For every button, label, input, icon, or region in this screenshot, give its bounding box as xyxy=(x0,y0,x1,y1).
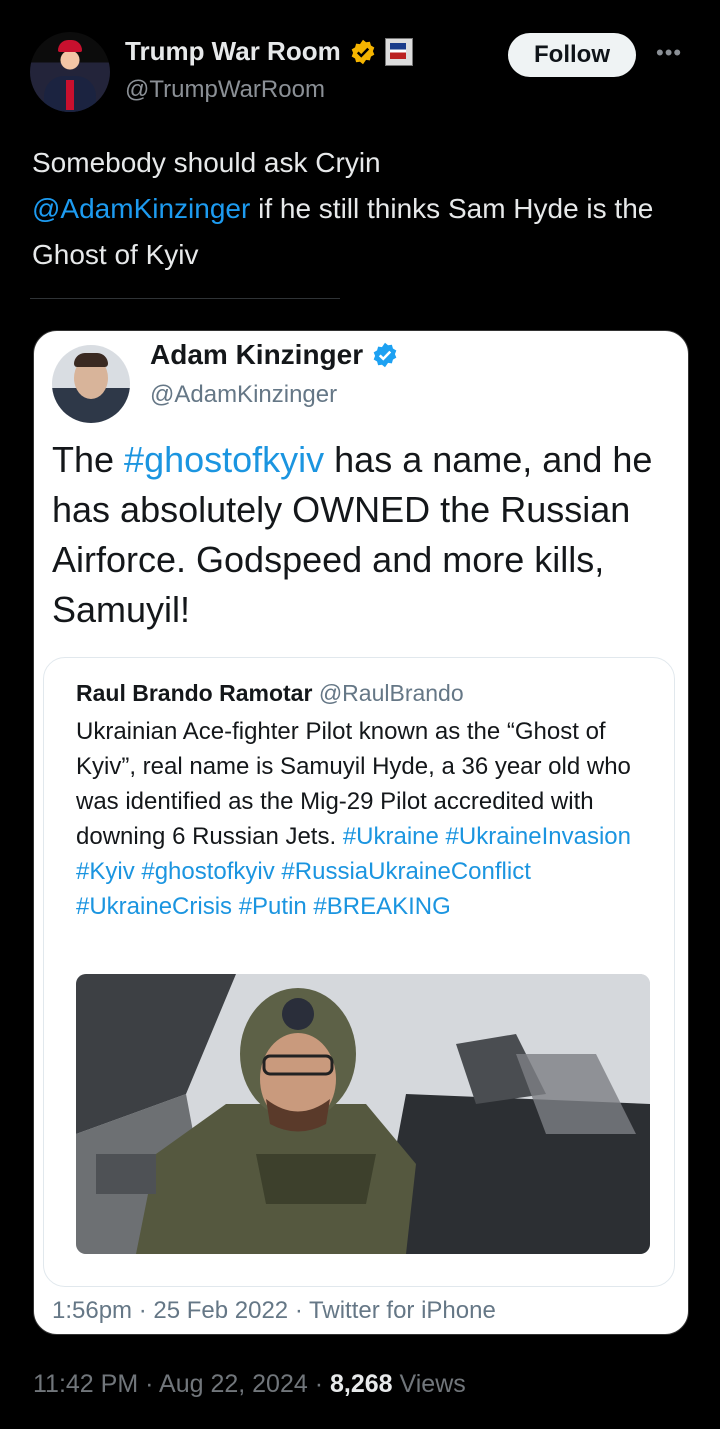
post-text: Somebody should ask Cryin @AdamKinzinger… xyxy=(32,140,682,278)
more-icon[interactable]: ••• xyxy=(656,40,682,66)
quoted-tweet-footer: 1:56pm · 25 Feb 2022 · Twitter for iPhon… xyxy=(52,1297,496,1324)
author-avatar[interactable] xyxy=(30,32,110,112)
red-hat-shape xyxy=(58,40,82,52)
verified-gold-icon xyxy=(351,39,375,64)
quoted-author-handle: @AdamKinzinger xyxy=(150,381,338,408)
post-metadata: 11:42 PM · Aug 22, 2024 · 8,268 Views xyxy=(33,1370,466,1399)
inner-author-line: Raul Brando Ramotar @RaulBrando xyxy=(76,680,464,707)
verified-blue-icon xyxy=(373,342,397,368)
divider xyxy=(30,298,340,299)
post-text-before: Somebody should ask Cryin xyxy=(32,147,381,178)
meta-separator: · xyxy=(145,1370,154,1398)
author-handle[interactable]: @TrumpWarRoom xyxy=(125,76,325,104)
author-name-row: Trump War Room xyxy=(125,36,413,67)
quoted-tweet-image[interactable]: Adam Kinzinger @AdamKinzinger The #ghost… xyxy=(33,330,689,1335)
follow-button[interactable]: Follow xyxy=(508,33,636,77)
hair-shape xyxy=(74,353,108,367)
quoted-tweet-text: The #ghostofkyiv has a name, and he has … xyxy=(52,435,672,635)
inner-author-handle: @RaulBrando xyxy=(318,680,464,706)
meta-separator: · xyxy=(314,1370,324,1398)
quoted-author-avatar xyxy=(52,345,130,423)
post-date[interactable]: Aug 22, 2024 xyxy=(159,1370,308,1398)
quoted-author-name-row: Adam Kinzinger xyxy=(150,339,399,371)
pilot-photo-drawing xyxy=(76,974,650,1254)
inner-tweet-text: Ukrainian Ace-fighter Pilot known as the… xyxy=(76,714,666,924)
post-time[interactable]: 11:42 PM xyxy=(33,1370,138,1398)
inner-author-name: Raul Brando Ramotar xyxy=(76,680,313,706)
pilot-cockpit-photo xyxy=(76,974,650,1254)
mention-link[interactable]: @AdamKinzinger xyxy=(32,193,250,224)
tie-shape xyxy=(66,80,74,110)
views-count: 8,268 xyxy=(330,1370,393,1398)
affiliate-badge-icon[interactable] xyxy=(384,37,413,66)
quoted-text-before: The xyxy=(52,439,125,480)
author-name[interactable]: Trump War Room xyxy=(125,36,341,67)
post-header: Trump War Room @TrumpWarRoom Follow ••• xyxy=(30,30,690,112)
quoted-author-name: Adam Kinzinger xyxy=(150,339,364,370)
inner-quoted-tweet: Raul Brando Ramotar @RaulBrando Ukrainia… xyxy=(43,657,675,1287)
views-label: Views xyxy=(399,1370,466,1398)
hashtag: #ghostofkyiv xyxy=(124,439,325,480)
